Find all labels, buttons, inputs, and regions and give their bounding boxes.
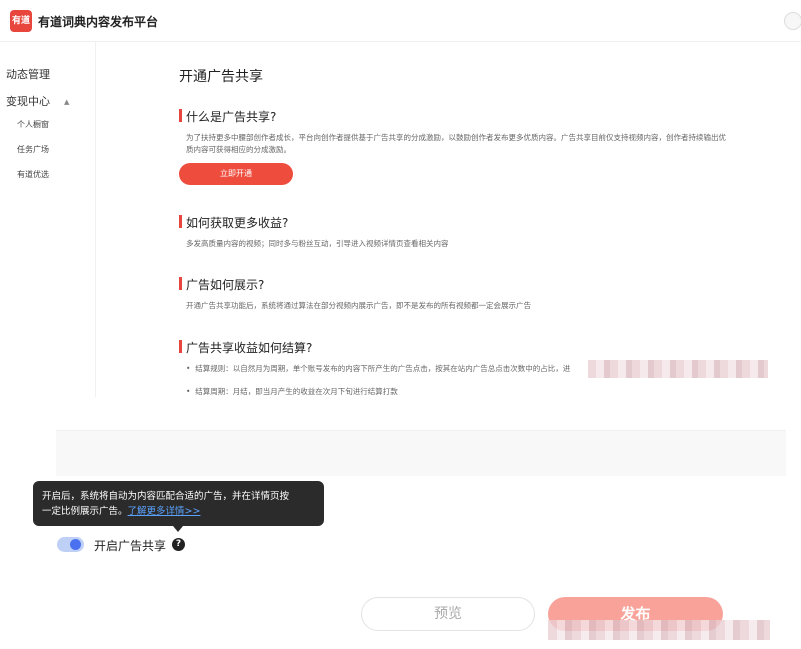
tooltip-line1: 开启后，系统将自动为内容匹配合适的广告，并在详情页按 [42,491,290,502]
youdao-logo[interactable]: 有道 [10,10,32,32]
ad-share-tooltip: 开启后，系统将自动为内容匹配合适的广告，并在详情页按 一定比例展示广告。了解更多… [33,481,324,526]
section-text-earn-more: 多发高质量内容的视频；同时多与粉丝互动，引导进入视频详情页查看相关内容 [186,239,449,248]
section-title-what: 什么是广告共享? [179,108,276,125]
redacted-blur-bottom [548,620,770,640]
tooltip-arrow [173,526,183,532]
settlement-rule-bullet: • 结算规则：以自然月为周期，单个账号发布的内容下所产生的广告点击，按其在站内广… [186,364,571,373]
sidebar-subitem-task-plaza[interactable]: 任务广场 [17,144,49,155]
ad-share-toggle-label: 开启广告共享 [94,539,167,553]
settlement-rule-text: 结算规则：以自然月为周期，单个账号发布的内容下所产生的广告点击，按其在站内广告总… [195,364,571,373]
user-avatar[interactable] [784,12,801,30]
top-header: 有道 有道词典内容发布平台 [0,0,801,42]
section-title-earn-more: 如何获取更多收益? [179,214,288,231]
redacted-blur [588,360,768,378]
page-title: 开通广告共享 [179,69,263,85]
settlement-period-bullet: • 结算周期：月结，即当月产生的收益在次月下旬进行结算打款 [186,387,398,396]
learn-more-link[interactable]: 了解更多详情>> [128,506,201,517]
main-content: 开通广告共享 什么是广告共享? 为了扶持更多中腰部创作者成长，平台向创作者提供基… [96,42,801,397]
section-text-what-line2: 质内容可获得相应的分成激励。 [186,145,291,154]
sidebar-item-monetization[interactable]: 变现中心 [6,93,50,109]
section-text-what-line1: 为了扶持更多中腰部创作者成长，平台向创作者提供基于广告共享的分成激励，以鼓励创作… [186,133,726,142]
toggle-knob [70,539,81,550]
tooltip-line2-row: 一定比例展示广告。了解更多详情>> [42,504,324,519]
sidebar: 动态管理 变现中心 个人橱窗 任务广场 有道优选 [0,42,96,397]
tooltip-line2: 一定比例展示广告。 [42,506,128,517]
ad-share-toggle[interactable] [57,537,84,552]
preview-button[interactable]: 预览 [361,597,535,631]
settlement-period-text: 结算周期：月结，即当月产生的收益在次月下旬进行结算打款 [195,387,398,396]
open-now-button[interactable]: 立即开通 [179,163,293,185]
section-title-display: 广告如何展示? [179,276,264,293]
app-name: 有道词典内容发布平台 [38,15,159,29]
sidebar-subitem-personal-showcase[interactable]: 个人橱窗 [17,119,49,130]
section-text-display: 开通广告共享功能后，系统将通过算法在部分视频内展示广告，即不是发布的所有视频都一… [186,301,531,310]
chevron-up-icon[interactable]: ▲ [64,98,69,106]
section-title-settlement: 广告共享收益如何结算? [179,339,312,356]
editor-box[interactable] [56,430,786,476]
help-icon[interactable]: ? [172,538,185,551]
sidebar-item-dynamics[interactable]: 动态管理 [6,66,50,82]
sidebar-subitem-youdao-select[interactable]: 有道优选 [17,169,49,180]
